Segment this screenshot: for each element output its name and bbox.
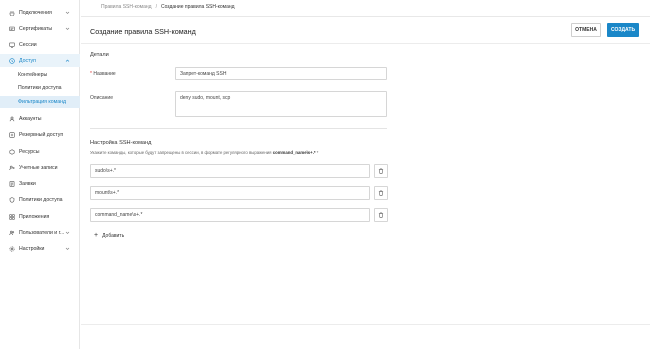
monitor-icon [9, 42, 15, 48]
sidebar-item-9[interactable]: Политики доступа [0, 193, 80, 206]
sidebar-item-5[interactable]: Резервный доступ [0, 128, 80, 141]
trash-icon [378, 212, 384, 218]
chevron-down-icon [65, 26, 70, 31]
sidebar-subitem-label: Политики доступа [18, 85, 62, 91]
sidebar-item-label: Учетные записи [19, 164, 58, 171]
create-button[interactable]: СОЗДАТЬ [607, 23, 639, 37]
sidebar-item-10[interactable]: Приложения [0, 210, 80, 223]
delete-command-button[interactable] [374, 208, 388, 222]
sidebar-item-label: Заявки [19, 180, 36, 187]
policy-icon [9, 196, 15, 203]
sidebar-item-label: Пользователи и г... [19, 229, 65, 236]
description-textarea-value: deny sudo, mount, scp [180, 95, 231, 101]
description-field-label: Описание [90, 95, 114, 101]
chevron-down-icon [65, 230, 70, 235]
sidebar-item-1[interactable]: Сертификаты [0, 22, 80, 35]
name-field-label: * Название [90, 71, 116, 77]
sidebar-subitem-label: Контейнеры [18, 72, 48, 78]
request-icon [9, 180, 15, 187]
page-title: Создание правила SSH-команд [90, 27, 196, 36]
command-input[interactable]: sudo\s+.* [90, 164, 370, 178]
delete-command-button[interactable] [374, 164, 388, 178]
sidebar-item-label: Ресурсы [19, 148, 40, 155]
plus-icon: + [94, 232, 99, 239]
ssh-settings-section-title: Настройка SSH-команд [90, 140, 152, 146]
sidebar-item-0[interactable]: Подключения [0, 6, 80, 19]
sidebar-item-11[interactable]: Пользователи и г... [0, 226, 80, 239]
breadcrumb-parent-link[interactable]: Правила SSH-команд [101, 4, 152, 10]
sidebar-item-3[interactable]: Доступ [0, 54, 80, 67]
sidebar-item-2[interactable]: Сессии [0, 38, 80, 51]
resource-icon [9, 148, 15, 155]
sidebar-subitem-0[interactable]: Контейнеры [0, 69, 80, 81]
title-divider [81, 43, 650, 44]
sidebar-item-label: Сертификаты [19, 25, 53, 32]
sidebar-item-label: Приложения [19, 213, 50, 220]
add-command-label: Добавить [102, 232, 125, 239]
sidebar-item-6[interactable]: Ресурсы [0, 145, 80, 158]
breadcrumb-current: Создание правила SSH-команд [160, 4, 235, 10]
sidebar-subitem-2[interactable]: Фильтрация команд [0, 96, 80, 108]
chevron-up-icon [65, 58, 70, 63]
add-command-button[interactable]: + Добавить [94, 231, 124, 240]
required-marker: * [90, 71, 92, 77]
command-input[interactable]: command_name\s+.* [90, 208, 370, 222]
sidebar-item-label: Доступ [19, 57, 36, 64]
hint-example: command_name\s+.* [272, 150, 316, 155]
backup-icon [9, 131, 15, 138]
section-divider [90, 128, 387, 129]
cancel-button[interactable]: ОТМЕНА [571, 23, 601, 37]
hint-required-marker: * [315, 150, 319, 155]
credentials-icon [9, 165, 15, 171]
sidebar-item-4[interactable]: Аккаунты [0, 112, 80, 125]
details-section-title: Детали [90, 52, 109, 58]
name-input[interactable]: Запрет-команд SSH [175, 67, 387, 80]
footer-divider [81, 324, 650, 325]
sidebar-item-8[interactable]: Заявки [0, 177, 80, 190]
chevron-down-icon [65, 246, 70, 251]
description-textarea[interactable]: deny sudo, mount, scp [175, 91, 387, 117]
sidebar-item-label: Сессии [19, 41, 37, 48]
access-icon [9, 57, 15, 64]
breadcrumb: Правила SSH-команд / Создание правила SSH-… [101, 4, 235, 10]
command-input-value: sudo\s+.* [95, 168, 116, 174]
gear-icon [9, 245, 15, 252]
ssh-settings-hint: Укажите команды, которые будут запрещены… [90, 150, 318, 155]
command-input-value: mount\s+.* [95, 190, 120, 196]
command-input-value: command_name\s+.* [95, 212, 143, 218]
sidebar-item-7[interactable]: Учетные записи [0, 161, 80, 174]
sidebar-item-label: Резервный доступ [19, 131, 64, 138]
account-icon [9, 116, 15, 122]
certificate-icon [9, 26, 15, 32]
plug-icon [9, 10, 15, 16]
sidebar-subitem-1[interactable]: Политики доступа [0, 82, 80, 94]
command-input[interactable]: mount\s+.* [90, 186, 370, 200]
sidebar: Подключения Сертификаты Сессии Доступ Ак… [0, 0, 80, 349]
chevron-down-icon [65, 10, 70, 15]
breadcrumb-separator: / [155, 4, 157, 10]
trash-icon [378, 168, 384, 174]
sidebar-item-label: Политики доступа [19, 196, 63, 203]
sidebar-item-12[interactable]: Настройки [0, 242, 80, 255]
apps-icon [9, 213, 15, 220]
sidebar-subitem-label: Фильтрация команд [18, 99, 66, 105]
name-input-value: Запрет-команд SSH [180, 70, 227, 77]
sidebar-item-label: Настройки [19, 245, 45, 252]
name-field-label-text: Название [93, 71, 116, 77]
users-icon [9, 230, 15, 236]
sidebar-item-label: Аккаунты [19, 115, 42, 122]
sidebar-item-label: Подключения [19, 9, 52, 16]
trash-icon [378, 190, 384, 196]
delete-command-button[interactable] [374, 186, 388, 200]
header-divider [81, 16, 650, 17]
hint-text: Укажите команды, которые будут запрещены… [90, 150, 273, 155]
